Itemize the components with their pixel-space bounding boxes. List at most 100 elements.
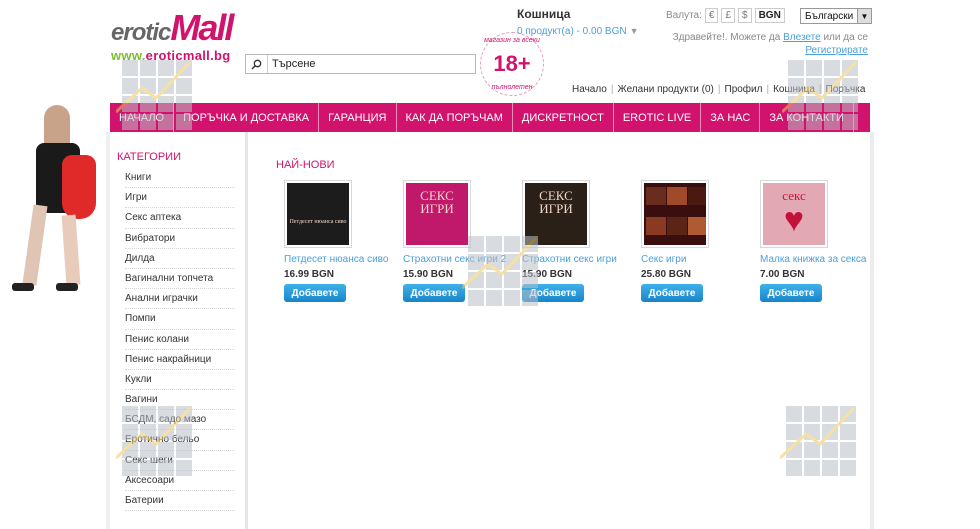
product-image[interactable]: СЕКС ИГРИ	[403, 180, 471, 248]
book-cover-image: Петдесет нюанса сиво	[287, 183, 349, 245]
product-name[interactable]: Малка книжка за секса	[760, 254, 878, 266]
add-to-cart-button[interactable]: Добавете	[284, 284, 346, 302]
add-to-cart-button[interactable]: Добавете	[760, 284, 822, 302]
cart-title: Кошница	[517, 7, 571, 21]
book-cover-image: СЕКС ИГРИ	[406, 183, 468, 245]
cover-photo-tile	[667, 187, 687, 205]
cover-photo-tile	[646, 187, 666, 205]
currency-usd-button[interactable]: $	[738, 8, 752, 23]
decorative-figures-image	[0, 95, 108, 305]
cover-photo-tile	[667, 217, 687, 235]
adults-only-badge: магазин за всеки 18+ пълнолетен	[480, 32, 544, 96]
product-name[interactable]: Петдесет нюанса сиво	[284, 254, 402, 266]
nav-about[interactable]: ЗА НАС	[701, 103, 761, 132]
nav-warranty[interactable]: ГАРАНЦИЯ	[319, 103, 397, 132]
category-list: Книги Игри Секс аптека Вибратори Дилда В…	[110, 168, 235, 512]
cover-photo-tile	[688, 217, 706, 235]
category-item[interactable]: Вибратори	[125, 229, 235, 249]
category-item[interactable]: Игри	[125, 188, 235, 209]
product-price: 7.00 BGN	[760, 269, 805, 280]
cover-photo-tile	[688, 187, 706, 205]
search-bar	[245, 54, 476, 74]
category-item[interactable]: Еротично бельо	[125, 430, 235, 451]
badge-number: 18+	[493, 51, 531, 76]
nav-discretion[interactable]: ДИСКРЕТНОСТ	[513, 103, 614, 132]
category-item[interactable]: Вагинални топчета	[125, 269, 235, 290]
nav-how-to-order[interactable]: КАК ДА ПОРЪЧАМ	[397, 103, 513, 132]
search-icon[interactable]	[246, 55, 268, 73]
product-image[interactable]: СЕКС ИГРИ	[522, 180, 590, 248]
currency-bgn-button[interactable]: BGN	[754, 8, 785, 23]
product-card: Петдесет нюанса сиво Петдесет нюанса сив…	[284, 180, 403, 302]
currency-gbp-button[interactable]: £	[721, 8, 735, 23]
badge-bottom-text: пълнолетен	[491, 84, 533, 91]
product-price: 16.99 BGN	[284, 269, 335, 280]
login-link[interactable]: Влезете	[783, 32, 821, 43]
product-price: 15.90 BGN	[522, 269, 573, 280]
mini-cart[interactable]: Кошница 0 продукт(а) - 0.00 BGN ▼	[517, 7, 639, 37]
product-name[interactable]: Секс игри	[641, 254, 759, 266]
logo-url: www.eroticmall.bg	[111, 48, 231, 63]
product-card: СЕКС ИГРИ Страхотни секс игри 15.90 BGN …	[522, 180, 641, 302]
heart-icon: ♥	[783, 201, 805, 239]
book-cover-image: секс ♥	[763, 183, 825, 245]
category-item[interactable]: Книги	[125, 168, 235, 189]
category-item[interactable]: Помпи	[125, 309, 235, 330]
language-select[interactable]: Български ▼	[800, 8, 872, 24]
category-item[interactable]: Пенис накрайници	[125, 350, 235, 370]
chevron-down-icon: ▼	[857, 9, 871, 23]
product-image[interactable]: Петдесет нюанса сиво	[284, 180, 352, 248]
product-name[interactable]: Страхотни секс игри 2	[403, 254, 521, 266]
nav-erotic-live[interactable]: EROTIC LIVE	[614, 103, 702, 132]
search-input[interactable]	[268, 58, 468, 70]
product-grid: Петдесет нюанса сиво Петдесет нюанса сив…	[284, 180, 879, 302]
category-item[interactable]: Дилда	[125, 249, 235, 269]
cart-summary[interactable]: 0 продукт(а) - 0.00 BGN ▼	[517, 26, 639, 37]
nav-order-delivery[interactable]: ПОРЪЧКА И ДОСТАВКА	[174, 103, 320, 132]
product-price: 25.80 BGN	[641, 269, 692, 280]
add-to-cart-button[interactable]: Добавете	[403, 284, 465, 302]
product-card: СЕКС ИГРИ Страхотни секс игри 2 15.90 BG…	[403, 180, 522, 302]
welcome-message: Здравейте!. Можете да Влезете или да се …	[672, 32, 868, 56]
category-item[interactable]: Анални играчки	[125, 289, 235, 310]
category-item[interactable]: Секс шеги	[125, 451, 235, 471]
product-card: секс ♥ Малка книжка за секса 7.00 BGN Доб…	[760, 180, 879, 302]
logo-word-erotic: erotic	[111, 19, 171, 46]
category-item[interactable]: Кукли	[125, 370, 235, 391]
top-link-cart[interactable]: Кошница	[773, 84, 815, 95]
currency-eur-button[interactable]: €	[704, 8, 719, 23]
category-item[interactable]: Пенис колани	[125, 330, 235, 350]
category-sidebar: Категории Книги Игри Секс аптека Вибрато…	[110, 132, 248, 529]
logo-word-mall: Mall	[170, 7, 234, 48]
product-name[interactable]: Страхотни секс игри	[522, 254, 640, 266]
category-item[interactable]: Батерии	[125, 491, 235, 512]
top-link-account[interactable]: Профил	[725, 84, 763, 95]
category-item[interactable]: Секс аптека	[125, 208, 235, 229]
top-link-wishlist[interactable]: Желани продукти (0)	[617, 84, 713, 95]
product-image[interactable]: секс ♥	[760, 180, 828, 248]
cover-title-text: СЕКС ИГРИ	[420, 188, 454, 216]
cover-title-text: СЕКС ИГРИ	[539, 188, 573, 216]
add-to-cart-button[interactable]: Добавете	[641, 284, 703, 302]
site-logo[interactable]: eroticMall www.eroticmall.bg	[111, 10, 246, 72]
section-title: НАЙ-НОВИ	[276, 159, 335, 171]
add-to-cart-button[interactable]: Добавете	[522, 284, 584, 302]
product-image[interactable]	[641, 180, 709, 248]
sidebar-title: Категории	[117, 151, 181, 163]
nav-contacts[interactable]: ЗА КОНТАКТИ	[760, 103, 854, 132]
nav-home[interactable]: НАЧАЛО	[110, 103, 175, 132]
top-link-checkout[interactable]: Поръчка	[826, 84, 866, 95]
product-price: 15.90 BGN	[403, 269, 454, 280]
category-item[interactable]: БСДМ, садо мазо	[125, 410, 235, 431]
currency-switcher: Валута: € £ $ BGN	[666, 8, 785, 23]
category-item[interactable]: Аксесоари	[125, 471, 235, 491]
register-link[interactable]: Регистрирате	[805, 45, 868, 56]
category-item[interactable]: Вагини	[125, 390, 235, 411]
book-cover-image	[644, 183, 706, 245]
product-card: Секс игри 25.80 BGN Добавете	[641, 180, 760, 302]
top-link-home[interactable]: Начало	[572, 84, 607, 95]
badge-top-text: магазин за всеки	[484, 37, 540, 44]
cover-photo-tile	[646, 217, 666, 235]
book-cover-image: СЕКС ИГРИ	[525, 183, 587, 245]
language-value: Български	[805, 10, 854, 22]
